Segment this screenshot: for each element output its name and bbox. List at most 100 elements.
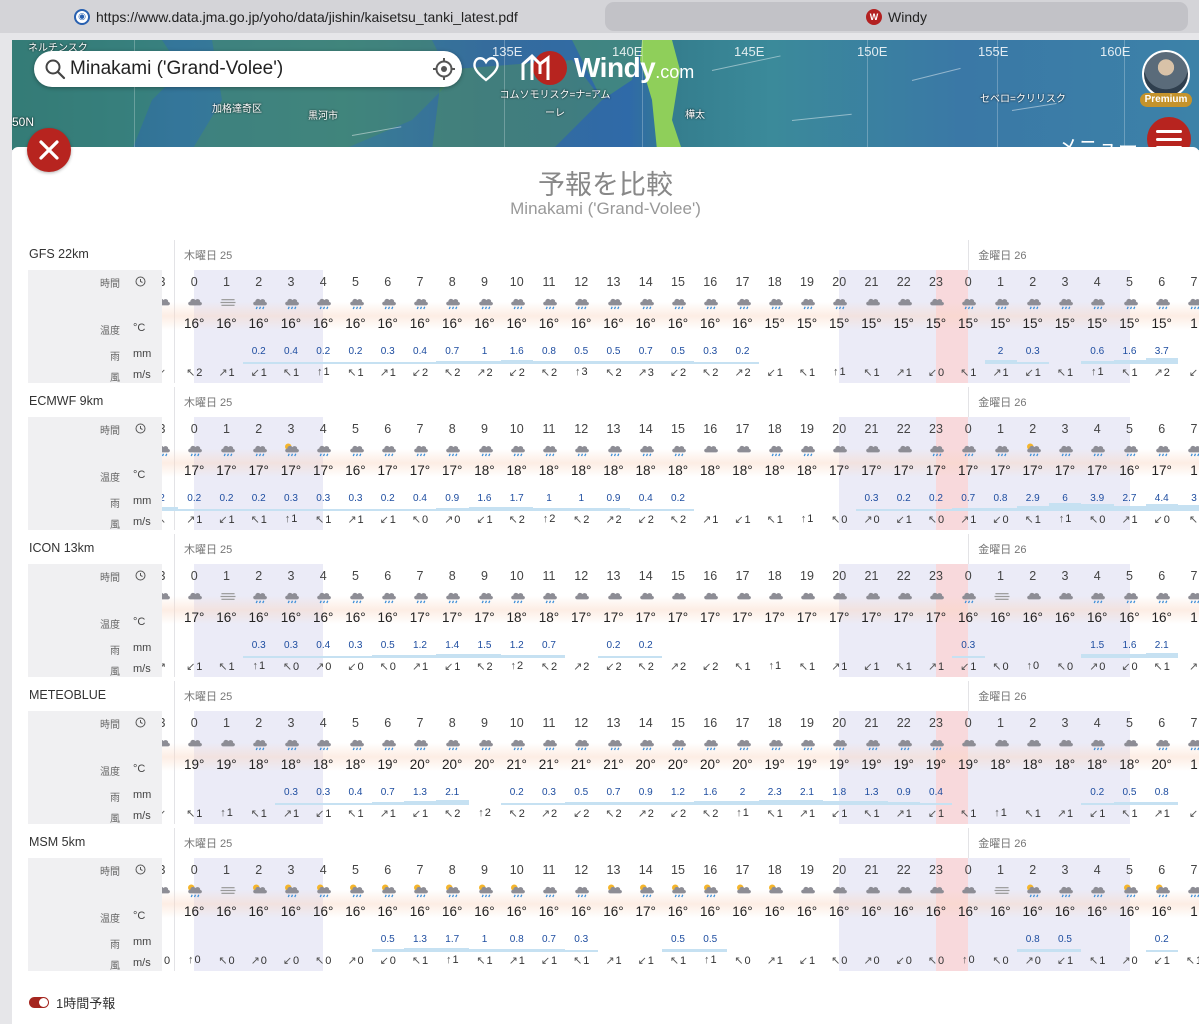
hour-column[interactable]: 11 18° 0.7 ↖2: [533, 564, 566, 677]
user-avatar[interactable]: [1142, 50, 1190, 98]
hour-column[interactable]: 20 19° 1.8 ↙1: [823, 711, 856, 824]
hour-column[interactable]: 10 16° 0.8 ↗1: [500, 858, 533, 971]
hour-column[interactable]: 23 15° ↙0: [920, 270, 952, 383]
hour-column[interactable]: 7 17° 1.2 ↗1: [404, 564, 437, 677]
hour-column[interactable]: 4 16° 0.4 ↗0: [307, 564, 340, 677]
hour-column[interactable]: 5 16° 2.7 ↗1: [1113, 417, 1146, 530]
hour-column[interactable]: 0 16° ↑0: [952, 858, 984, 971]
hour-column[interactable]: 20 16° ↖0: [823, 858, 855, 971]
hour-column[interactable]: 1 17° 0.8 ↙0: [984, 417, 1017, 530]
hour-column[interactable]: 3 16° 0.4 ↖1: [275, 270, 308, 383]
hour-column[interactable]: 7 16° 0.4 ↙2: [404, 270, 437, 383]
hour-column[interactable]: 0 16° ↑0: [178, 858, 210, 971]
hour-column[interactable]: 21 17° 0.3 ↗0: [855, 417, 888, 530]
hour-column[interactable]: 1 16° ↗1: [211, 270, 243, 383]
hour-column[interactable]: 1 16° ↖0: [985, 564, 1017, 677]
hour-column[interactable]: 6 16° 2.1 ↖1: [1145, 564, 1178, 677]
hour-column[interactable]: 9 20° ↑2: [469, 711, 501, 824]
hour-column[interactable]: 15 20° 1.2 ↙2: [662, 711, 695, 824]
hour-column[interactable]: 8 16° 0.7 ↖2: [436, 270, 469, 383]
hour-column[interactable]: 4 16° 1.5 ↗0: [1081, 564, 1114, 677]
hour-column[interactable]: 11 16° 0.7 ↙1: [533, 858, 566, 971]
hour-column[interactable]: 1 16° ↖0: [985, 858, 1017, 971]
hour-column[interactable]: 2 16° 0.8 ↗0: [1016, 858, 1049, 971]
hour-column[interactable]: 13 21° 0.7 ↖2: [597, 711, 630, 824]
hour-column[interactable]: 3 16° 0.3 ↖0: [275, 564, 308, 677]
hour-column[interactable]: 19 19° 2.1 ↗1: [791, 711, 824, 824]
hour-column[interactable]: 1 16° ↖0: [211, 858, 243, 971]
hour-column[interactable]: 7 20° 1.3 ↙1: [404, 711, 437, 824]
hour-column[interactable]: 3 18° 0.3 ↗1: [275, 711, 308, 824]
hour-column[interactable]: 18 16° ↗1: [759, 858, 791, 971]
model-name[interactable]: ECMWF 9km: [29, 394, 103, 408]
locate-icon[interactable]: [432, 57, 456, 81]
favorite-heart-icon[interactable]: [472, 56, 500, 82]
hour-column[interactable]: 4 16° ↖1: [1081, 858, 1113, 971]
hour-column[interactable]: 19 16° ↙1: [791, 858, 823, 971]
hour-column[interactable]: 6 20° 0.8 ↗1: [1145, 711, 1178, 824]
hour-column[interactable]: 13 18° 0.9 ↗2: [597, 417, 630, 530]
search-bar[interactable]: [34, 51, 462, 87]
hour-column[interactable]: 5 18° 0.5 ↖1: [1113, 711, 1146, 824]
hour-column[interactable]: 16 16° 0.5 ↑1: [694, 858, 727, 971]
hour-column[interactable]: 7 1 ↙: [1178, 711, 1199, 824]
windy-logo[interactable]: Windy. com: [520, 50, 694, 86]
hour-column[interactable]: 18 15° ↙1: [759, 270, 791, 383]
hour-column[interactable]: 15 18° 0.2 ↖2: [662, 417, 695, 530]
hour-column[interactable]: 4 16° 0.2 ↑1: [307, 270, 340, 383]
hour-column[interactable]: 17 18° ↙1: [727, 417, 759, 530]
hour-column[interactable]: 3 16° ↙0: [275, 858, 307, 971]
hour-column[interactable]: 22 19° 0.9 ↗1: [887, 711, 920, 824]
hour-column[interactable]: 12 21° 0.5 ↙2: [565, 711, 598, 824]
hour-column[interactable]: 7 17° 0.4 ↖0: [404, 417, 437, 530]
hour-column[interactable]: 16 16° 0.3 ↖2: [694, 270, 727, 383]
hour-column[interactable]: 4 17° 3.9 ↖0: [1081, 417, 1114, 530]
hour-column[interactable]: 7 1 ↖1: [1178, 858, 1199, 971]
hour-column[interactable]: 23 19° 0.4 ↙1: [920, 711, 953, 824]
hour-column[interactable]: 7 1 3 ↖: [1178, 417, 1199, 530]
hour-column[interactable]: 13 16° 0.5 ↖2: [597, 270, 630, 383]
hour-column[interactable]: 1 19° ↑1: [211, 711, 243, 824]
hour-column[interactable]: 5 18° 0.4 ↖1: [339, 711, 372, 824]
hour-column[interactable]: 3 17° 0.3 ↑1: [275, 417, 308, 530]
hour-column[interactable]: 6 16° 0.3 ↗1: [371, 270, 404, 383]
hour-column[interactable]: 10 16° 1.6 ↙2: [500, 270, 533, 383]
hour-column[interactable]: 2 18° ↖1: [1017, 711, 1049, 824]
hour-column[interactable]: 0 17° 0.2 ↗1: [178, 417, 211, 530]
hour-column[interactable]: 11 18° 1 ↑2: [533, 417, 566, 530]
hour-column[interactable]: 15 17° ↗2: [662, 564, 694, 677]
hour-column[interactable]: 17 16° ↖0: [727, 858, 759, 971]
hour-column[interactable]: 14 17° 0.2 ↖2: [629, 564, 662, 677]
hour-column[interactable]: 1 16° ↖1: [211, 564, 243, 677]
hour-column[interactable]: 18 19° 2.3 ↖1: [758, 711, 791, 824]
hour-column[interactable]: 6 19° 0.7 ↗1: [371, 711, 404, 824]
hour-column[interactable]: 20 17° ↗1: [823, 564, 855, 677]
hour-column[interactable]: 3 16° ↖0: [1049, 564, 1081, 677]
hour-column[interactable]: 1 17° 0.2 ↙1: [210, 417, 243, 530]
hour-column[interactable]: 2 17° 0.2 ↖1: [242, 417, 275, 530]
close-button[interactable]: [27, 128, 71, 172]
hour-column[interactable]: 6 17° 4.4 ↙0: [1145, 417, 1178, 530]
model-name[interactable]: ICON 13km: [29, 541, 94, 555]
hour-column[interactable]: 0 19° ↖1: [178, 711, 210, 824]
hour-column[interactable]: 1 18° ↑1: [985, 711, 1017, 824]
hour-column[interactable]: 8 16° 1.7 ↑1: [436, 858, 469, 971]
hour-column[interactable]: 18 18° ↖1: [759, 417, 791, 530]
search-input[interactable]: [70, 58, 420, 80]
hour-column[interactable]: 12 16° 0.5 ↑3: [565, 270, 598, 383]
hour-column[interactable]: 22 16° ↙0: [888, 858, 920, 971]
hour-column[interactable]: 6 17° 0.2 ↙1: [371, 417, 404, 530]
hour-column[interactable]: 20 17° ↖0: [823, 417, 855, 530]
hour-column[interactable]: 3 16° 0.5 ↙1: [1049, 858, 1082, 971]
hour-column[interactable]: 19 17° ↖1: [791, 564, 823, 677]
hour-column[interactable]: 1 15° 2 ↗1: [984, 270, 1017, 383]
hour-column[interactable]: 9 16° 1 ↗2: [468, 270, 501, 383]
hour-column[interactable]: 10 18° 1.2 ↑2: [500, 564, 533, 677]
hour-column[interactable]: 5 16° 0.2 ↖1: [339, 270, 372, 383]
hour-column[interactable]: 23 16° ↖0: [920, 858, 952, 971]
hour-column[interactable]: 5 16° 0.3 ↗1: [339, 417, 372, 530]
hour-column[interactable]: 19 15° ↖1: [791, 270, 823, 383]
hour-column[interactable]: 18 17° ↑1: [759, 564, 791, 677]
hour-column[interactable]: 20 15° ↑1: [823, 270, 855, 383]
hour-column[interactable]: 15 16° 0.5 ↖1: [662, 858, 695, 971]
